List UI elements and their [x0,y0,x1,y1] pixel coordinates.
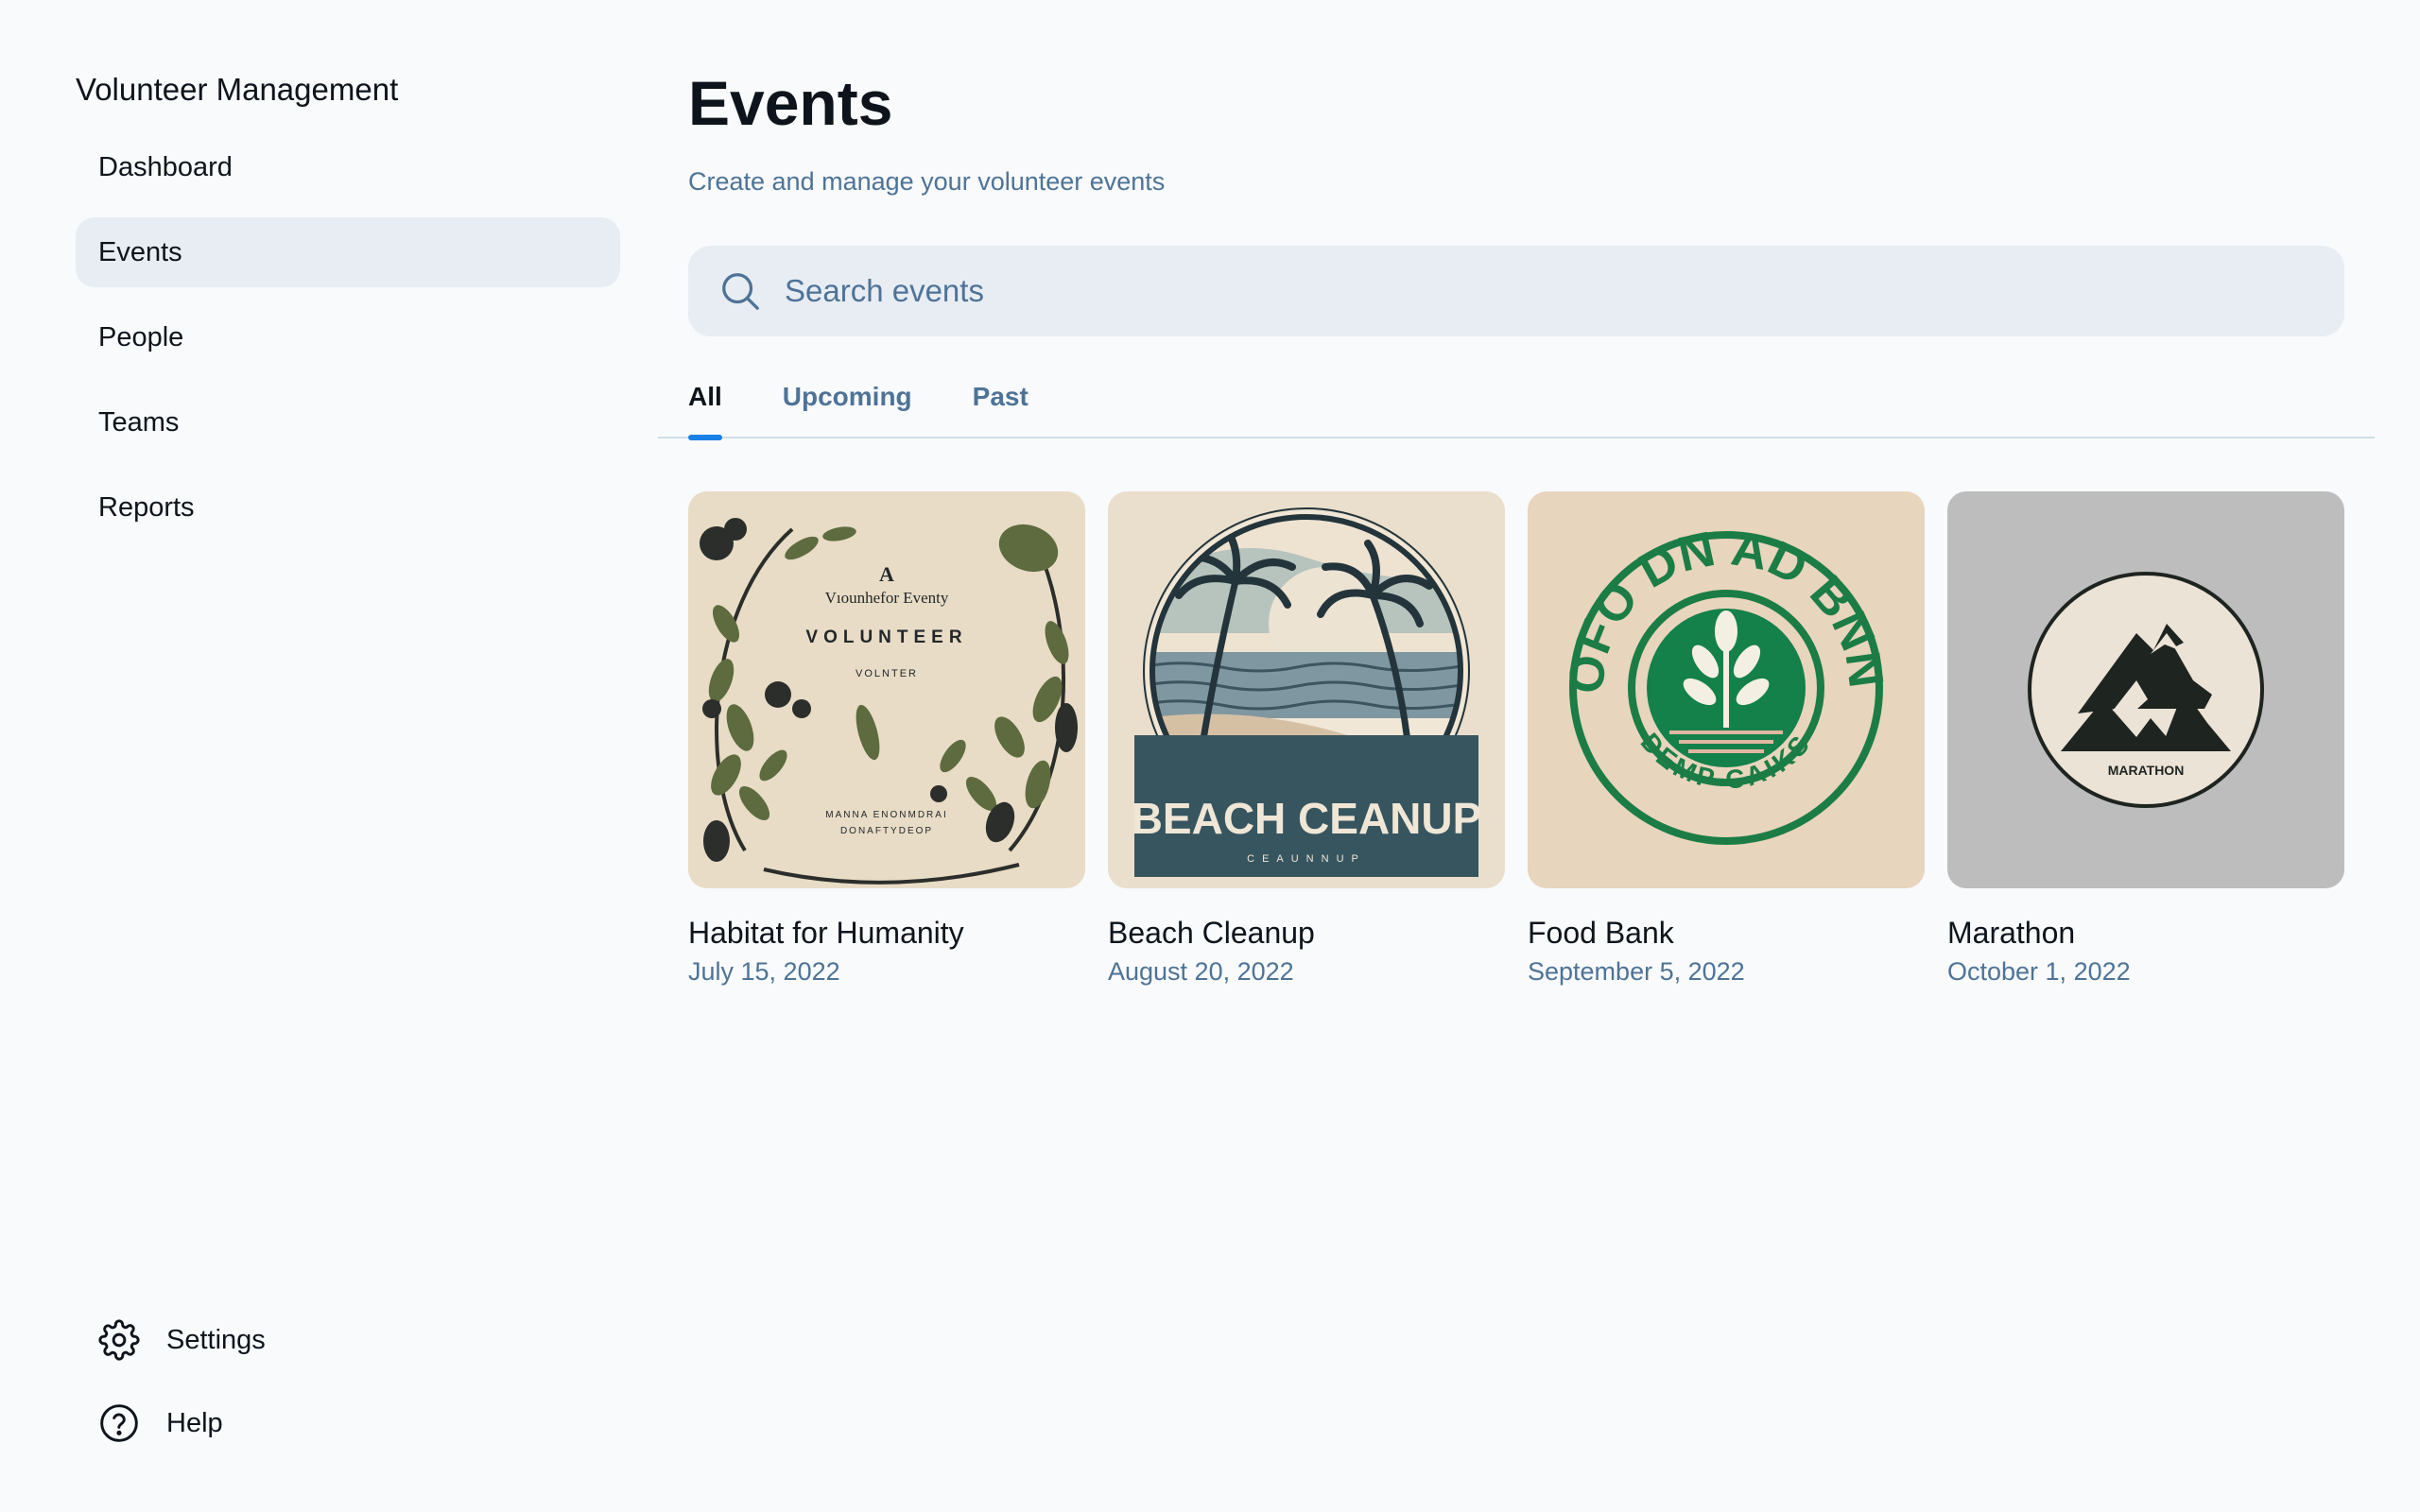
search-icon [722,273,759,310]
svg-text:A: A [879,562,894,586]
settings-link[interactable]: Settings [98,1319,266,1361]
search-input[interactable] [785,273,2203,309]
event-card-marathon[interactable]: MARATHON Marathon October 1, 2022 [1947,491,2344,988]
main-content: Events Create and manage your volunteer … [658,60,2375,988]
event-title: Beach Cleanup [1108,916,1315,950]
event-date: July 15, 2022 [688,957,840,986]
help-link[interactable]: Help [98,1402,266,1444]
event-date: August 20, 2022 [1108,957,1294,986]
svg-text:MANNA ENONMDRAI: MANNA ENONMDRAI [825,810,947,820]
svg-text:VOLNTER: VOLNTER [856,668,918,679]
event-image-marathon: MARATHON [1947,491,2344,888]
sidebar-item-events[interactable]: Events [76,217,620,287]
question-circle-icon [100,1404,138,1442]
event-date: October 1, 2022 [1947,957,2131,986]
event-title: Food Bank [1528,916,1674,950]
app-title: Volunteer Management [76,72,399,107]
help-label: Help [166,1407,223,1438]
settings-label: Settings [166,1324,266,1355]
page-subtitle: Create and manage your volunteer events [688,167,1166,196]
svg-text:CEAUNNUP: CEAUNNUP [1247,853,1366,865]
event-date: September 5, 2022 [1528,957,1745,986]
tab-all[interactable]: All [688,378,722,440]
tab-past[interactable]: Past [973,378,1028,438]
gear-icon [98,1319,140,1361]
sidebar: Volunteer Management Dashboard Events Pe… [76,68,620,1467]
event-card-food-bank[interactable]: FOFO DN AD BNNR DEMP CAIKS [1528,491,1925,988]
sidebar-nav: Dashboard Events People Teams Reports [76,132,620,542]
svg-text:BEACH CEANUP: BEACH CEANUP [1132,794,1482,843]
search-bar[interactable] [688,246,2344,336]
svg-text:DONAFTYDEOP: DONAFTYDEOP [840,826,933,836]
event-image-food-bank: FOFO DN AD BNNR DEMP CAIKS [1528,491,1925,888]
page-title: Events [688,68,893,138]
event-card-habitat[interactable]: A Vıounhefor Eventy VOLUNTEER VOLNTER MA… [688,491,1085,988]
event-title: Habitat for Humanity [688,916,964,950]
sidebar-item-people[interactable]: People [76,302,620,372]
svg-text:VOLUNTEER: VOLUNTEER [805,627,967,647]
event-title: Marathon [1947,916,2076,950]
sidebar-bottom: Settings Help [98,1319,266,1444]
sidebar-item-dashboard[interactable]: Dashboard [76,132,620,202]
svg-text:Vıounhefor Eventy: Vıounhefor Eventy [825,589,949,607]
tab-bar: All Upcoming Past [658,378,2375,440]
sidebar-item-teams[interactable]: Teams [76,387,620,457]
event-grid: A Vıounhefor Eventy VOLUNTEER VOLNTER MA… [688,491,2375,988]
tab-upcoming[interactable]: Upcoming [783,378,912,438]
event-image-habitat: A Vıounhefor Eventy VOLUNTEER VOLNTER MA… [688,491,1085,888]
event-card-beach-cleanup[interactable]: BEACH CEANUP CEAUNNUP Beach Cleanup Augu… [1108,491,1505,988]
svg-text:MARATHON: MARATHON [2108,763,2185,778]
event-image-beach-cleanup: BEACH CEANUP CEAUNNUP [1108,491,1505,888]
sidebar-item-reports[interactable]: Reports [76,472,620,542]
